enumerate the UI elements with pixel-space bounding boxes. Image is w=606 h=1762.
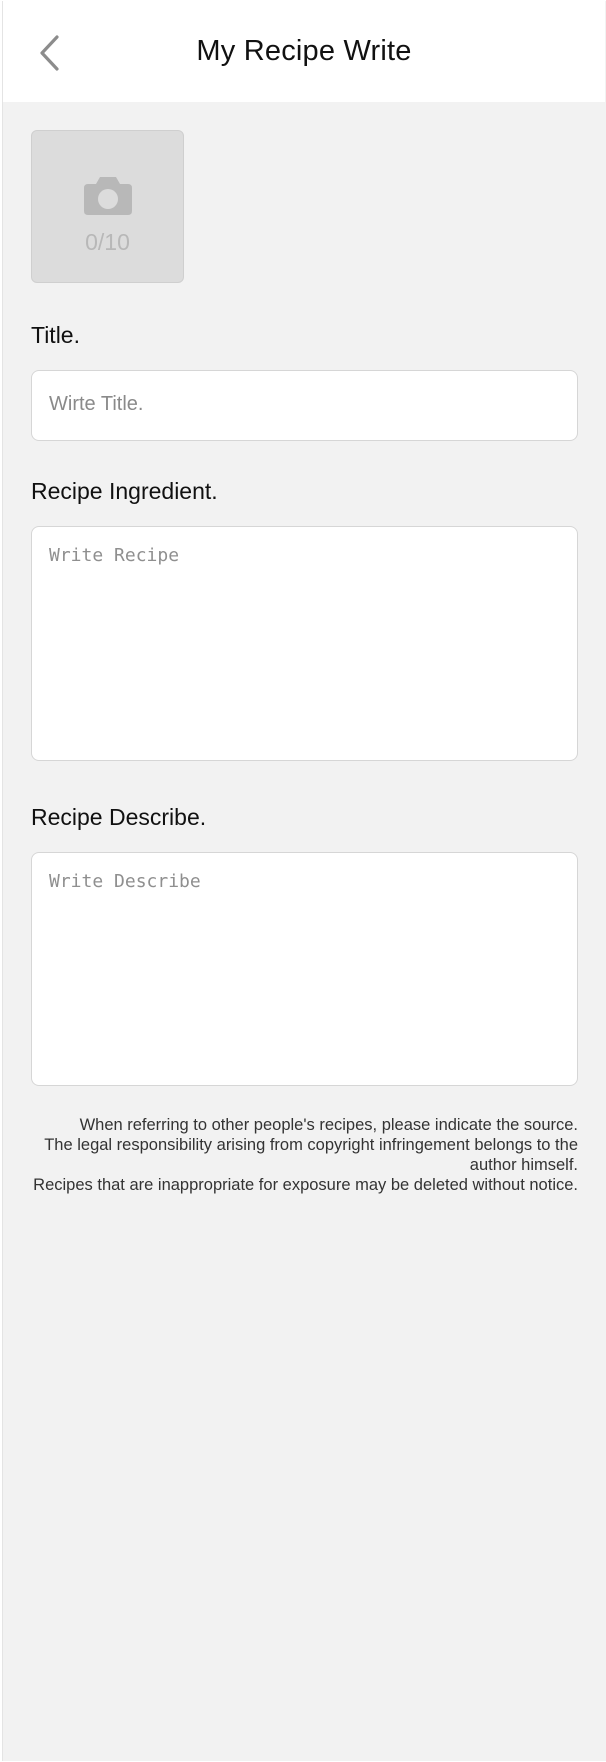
- photo-count: 0/10: [85, 229, 130, 255]
- page-title: My Recipe Write: [196, 35, 412, 67]
- camera-icon: [83, 177, 132, 215]
- describe-label: Recipe Describe.: [31, 804, 207, 830]
- describe-textarea[interactable]: Write Describe: [31, 852, 578, 1086]
- ingredient-placeholder: Write Recipe: [49, 545, 180, 566]
- recipe-write-screen: My Recipe Write 0/10 Title. Wirte Title.…: [2, 1, 606, 1761]
- copyright-notice: When referring to other people's recipes…: [33, 1115, 578, 1195]
- notice-line-source: When referring to other people's recipes…: [79, 1116, 578, 1134]
- notice-line-copyright: The legal responsibility arising from co…: [44, 1136, 578, 1174]
- ingredient-label: Recipe Ingredient.: [31, 478, 218, 504]
- title-placeholder: Wirte Title.: [49, 393, 144, 415]
- add-photo-button[interactable]: 0/10: [31, 130, 184, 283]
- title-label: Title.: [31, 322, 80, 348]
- ingredient-textarea[interactable]: Write Recipe: [31, 526, 578, 761]
- describe-placeholder: Write Describe: [49, 871, 201, 892]
- header-bar: My Recipe Write: [3, 1, 605, 102]
- notice-line-deletion: Recipes that are inappropriate for expos…: [33, 1176, 578, 1194]
- title-input[interactable]: Wirte Title.: [31, 370, 578, 441]
